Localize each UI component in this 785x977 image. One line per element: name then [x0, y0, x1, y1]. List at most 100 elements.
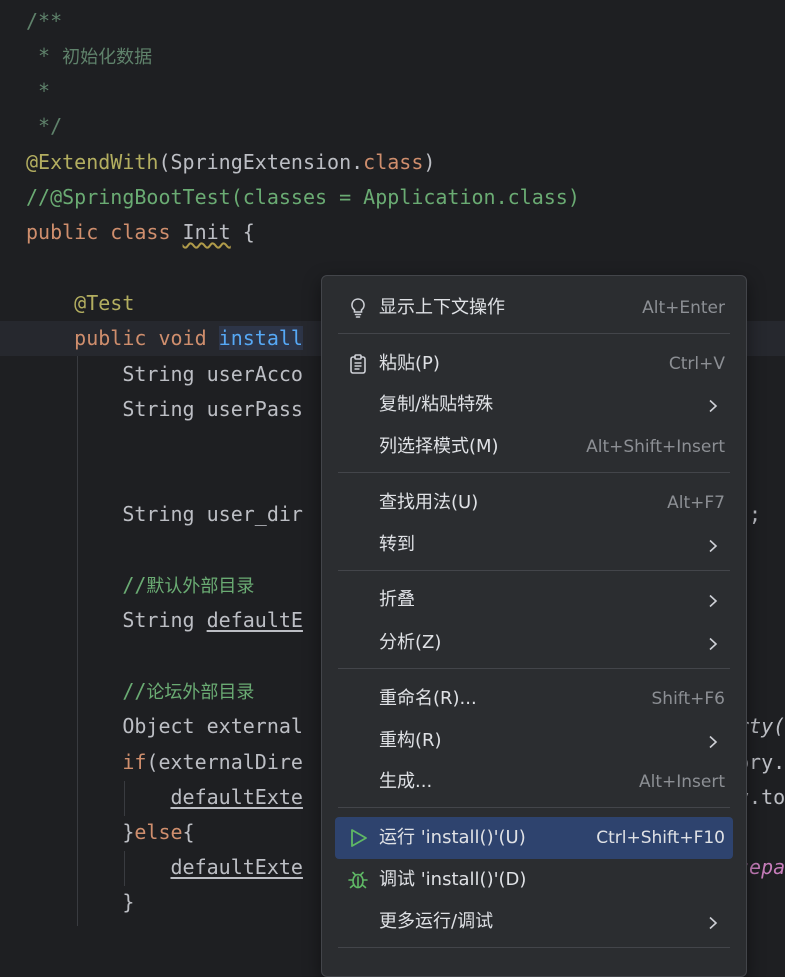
menu-item-label: 更多运行/调试 [379, 911, 494, 932]
menu-item-shortcut: Alt+Insert [638, 772, 725, 792]
code-token: // [26, 573, 147, 597]
code-token: (SpringExtension. [158, 150, 364, 174]
menu-item[interactable]: 粘贴(P) Ctrl+V [322, 343, 746, 385]
menu-item[interactable]: 转到 [322, 524, 746, 566]
code-token: * [26, 44, 63, 68]
lightbulb-icon [346, 296, 370, 320]
menu-item-label: 折叠 [379, 589, 415, 610]
code-line[interactable]: public class Init { [0, 215, 785, 250]
menu-item[interactable]: 重命名(R)... Shift+F6 [322, 678, 746, 720]
code-text: * 初始化数据 [26, 39, 152, 75]
code-text: if(externalDire [26, 745, 303, 780]
chevron-right-icon [706, 398, 720, 413]
code-token: String userPass [26, 397, 303, 421]
code-text: String user_dir [26, 497, 303, 532]
menu-item-label: 生成... [379, 771, 433, 792]
menu-item[interactable]: 更多运行/调试 [322, 901, 746, 943]
code-line[interactable]: * 初始化数据 [0, 39, 785, 74]
editor-context-menu: 显示上下文操作 Alt+Enter 粘贴(P) Ctrl+V 复制/粘贴特殊 列选择模式(… [321, 275, 747, 977]
code-text: public void install [26, 321, 303, 356]
code-token: public void [26, 326, 219, 350]
code-token: // [26, 679, 147, 703]
code-token: defaultE [206, 608, 303, 632]
chevron-right-icon [706, 915, 720, 930]
menu-item-label: 粘贴(P) [379, 353, 440, 374]
code-line[interactable]: */ [0, 109, 785, 144]
code-token: } [26, 890, 135, 914]
code-token: @Test [26, 291, 135, 315]
code-line[interactable]: @ExtendWith(SpringExtension.class) [0, 145, 785, 180]
debug-icon [346, 868, 370, 892]
chevron-right-icon [706, 734, 720, 749]
menu-item[interactable]: 折叠 [322, 579, 746, 621]
menu-item-shortcut: Ctrl+Shift+F10 [596, 828, 725, 848]
menu-separator [338, 947, 730, 948]
code-token: (externalDire [146, 750, 303, 774]
menu-item-label: 查找用法(U) [379, 492, 479, 513]
code-line[interactable]: //@SpringBootTest(classes = Application.… [0, 180, 785, 215]
code-text: String userAcco [26, 357, 303, 392]
code-token: public class [26, 220, 183, 244]
menu-item-label: 显示上下文操作 [379, 297, 505, 318]
menu-item[interactable]: 分析(Z) [322, 622, 746, 664]
code-token: 默认外部目录 [146, 576, 255, 597]
code-token: @ExtendWith [26, 150, 159, 174]
code-text: defaultExte [26, 780, 303, 815]
code-line[interactable]: /** [0, 4, 785, 39]
menu-item-label: 运行 'install()'(U) [379, 827, 526, 848]
code-token: else [134, 820, 183, 844]
code-token: Object external [26, 714, 303, 738]
code-text: //论坛外部目录 [26, 674, 254, 710]
code-token: defaultExte [170, 855, 303, 879]
code-text: @Test [26, 286, 134, 321]
code-token: Init [182, 220, 231, 244]
code-token: defaultExte [170, 785, 303, 809]
menu-item-shortcut: Ctrl+V [668, 354, 725, 374]
chevron-right-icon [706, 636, 720, 651]
code-text: }else{ [26, 815, 195, 850]
menu-separator [338, 570, 730, 571]
code-token: //@SpringBootTest(classes = Application.… [26, 185, 580, 209]
menu-item-label: 列选择模式(M) [379, 436, 499, 457]
menu-item-shortcut: Shift+F6 [651, 689, 725, 709]
code-token: { [182, 820, 195, 844]
code-text: /** [26, 4, 62, 39]
menu-item[interactable]: 查找用法(U) Alt+F7 [322, 482, 746, 524]
menu-item-label: 调试 'install()'(D) [379, 869, 527, 890]
menu-item-label: 重命名(R)... [379, 688, 477, 709]
menu-item-label: 转到 [379, 534, 415, 555]
menu-item[interactable]: 显示上下文操作 Alt+Enter [322, 287, 746, 329]
run-icon [346, 826, 370, 850]
menu-item-shortcut: Alt+Enter [642, 298, 725, 318]
menu-item-label: 分析(Z) [379, 632, 442, 653]
code-token: /** [26, 9, 63, 33]
code-text: @ExtendWith(SpringExtension.class) [26, 145, 435, 180]
code-token: 论坛外部目录 [146, 682, 255, 703]
code-line[interactable]: * [0, 74, 785, 109]
code-token: { [230, 220, 255, 244]
code-token: ) [423, 150, 436, 174]
code-text: String userPass [26, 392, 303, 427]
code-token: String user_dir [26, 502, 303, 526]
menu-item[interactable]: 运行 'install()'(U) Ctrl+Shift+F10 [335, 817, 733, 859]
menu-item[interactable]: 生成... Alt+Insert [322, 761, 746, 803]
menu-separator [338, 668, 730, 669]
menu-item-label: 复制/粘贴特殊 [379, 394, 494, 415]
code-text: public class Init { [26, 215, 255, 250]
code-token: class [363, 150, 424, 174]
code-token: install [218, 326, 303, 350]
menu-item[interactable]: 调试 'install()'(D) [322, 859, 746, 901]
menu-item[interactable]: 列选择模式(M) Alt+Shift+Insert [322, 426, 746, 468]
menu-item[interactable]: 复制/粘贴特殊 [322, 384, 746, 426]
menu-item-shortcut: Alt+Shift+Insert [586, 437, 725, 457]
code-text: Object external [26, 709, 303, 744]
code-text: defaultExte [26, 850, 303, 885]
menu-item[interactable]: 重构(R) [322, 720, 746, 762]
code-token: if [26, 750, 147, 774]
code-text: //默认外部目录 [26, 568, 254, 604]
chevron-right-icon [706, 593, 720, 608]
menu-item-label: 重构(R) [379, 730, 442, 751]
chevron-right-icon [706, 538, 720, 553]
